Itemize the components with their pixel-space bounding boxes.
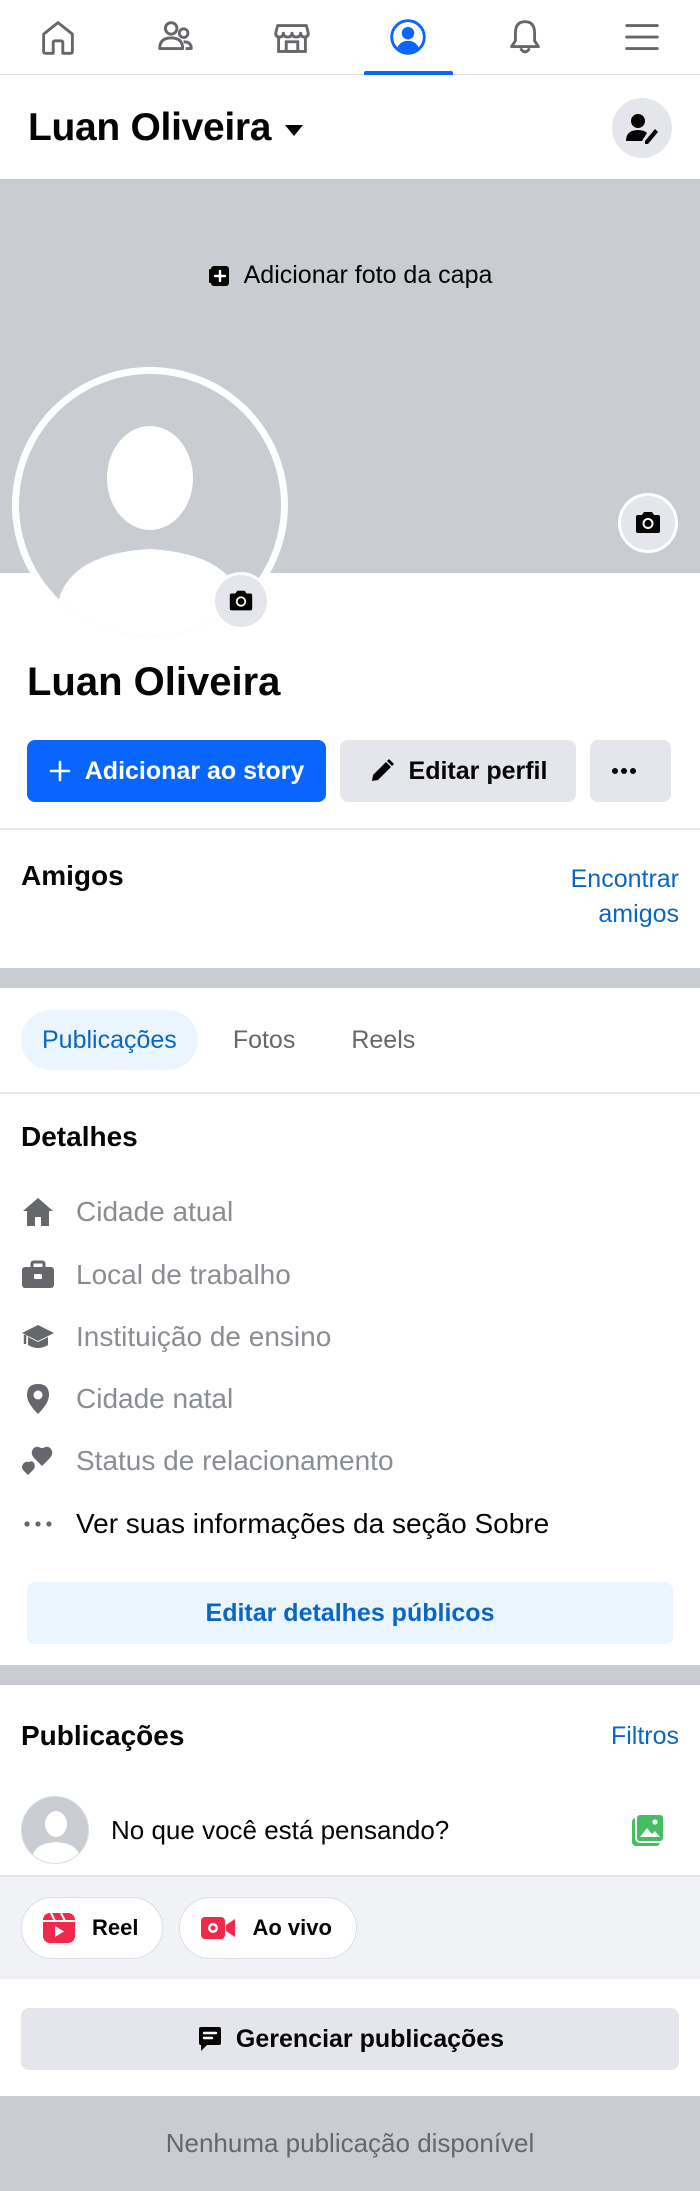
detail-hometown[interactable]: Cidade natal xyxy=(21,1379,233,1419)
person-edit-icon xyxy=(626,114,658,144)
home-icon xyxy=(42,21,75,55)
marketplace-icon xyxy=(273,24,310,53)
ellipsis-icon xyxy=(21,1507,55,1541)
composer-prompt: No que você está pensando? xyxy=(111,1814,450,1845)
profile-tabs: Publicações Fotos Reels xyxy=(0,988,700,1092)
detail-label: Ver suas informações da seção Sobre xyxy=(76,1508,550,1539)
nav-marketplace[interactable] xyxy=(233,0,350,74)
profile-switch-button[interactable] xyxy=(612,98,672,158)
edit-public-details-button[interactable]: Editar detalhes públicos xyxy=(27,1582,673,1644)
section-separator xyxy=(0,968,700,988)
reel-icon xyxy=(43,1912,75,1943)
pencil-icon xyxy=(371,759,394,781)
profile-icon xyxy=(390,19,427,55)
camera-icon xyxy=(229,590,253,611)
nav-profile[interactable] xyxy=(350,0,467,75)
tab-fotos[interactable]: Fotos xyxy=(212,1010,317,1070)
bell-icon xyxy=(510,20,540,54)
chevron-down-icon[interactable] xyxy=(285,125,304,136)
post-composer[interactable]: No que você está pensando? xyxy=(0,1785,700,1875)
add-to-story-button[interactable]: Adicionar ao story xyxy=(27,740,326,802)
friends-icon xyxy=(158,21,193,50)
top-nav-bar xyxy=(0,0,700,75)
details-title: Detalhes xyxy=(21,1121,138,1152)
find-friends-link[interactable]: Encontrar amigos xyxy=(539,862,679,932)
edit-profile-button[interactable]: Editar perfil xyxy=(340,740,576,802)
detail-school[interactable]: Instituição de ensino xyxy=(21,1317,331,1357)
reel-label: Reel xyxy=(92,1915,139,1940)
detail-label: Instituição de ensino xyxy=(76,1321,332,1352)
edit-profile-label: Editar perfil xyxy=(408,756,548,785)
detail-label: Cidade natal xyxy=(76,1383,234,1414)
live-video-icon xyxy=(201,1917,236,1939)
add-photo-icon xyxy=(208,265,229,286)
profile-actions: Adicionar ao story Editar perfil xyxy=(27,740,673,802)
nav-notifications[interactable] xyxy=(467,0,584,74)
manage-posts-icon xyxy=(198,2027,221,2051)
default-avatar-icon xyxy=(32,1811,80,1863)
menu-icon xyxy=(624,24,659,50)
divider xyxy=(0,1092,700,1094)
camera-icon xyxy=(636,512,660,533)
nav-friends[interactable] xyxy=(117,0,234,74)
location-pin-icon xyxy=(21,1382,55,1416)
live-label: Ao vivo xyxy=(252,1915,332,1940)
tab-publicacoes[interactable]: Publicações xyxy=(21,1010,198,1070)
manage-posts-button[interactable]: Gerenciar publicações xyxy=(21,2008,679,2070)
add-cover-photo-button[interactable]: Adicionar foto da capa xyxy=(0,261,700,290)
friends-section: Amigos Encontrar amigos xyxy=(0,830,700,968)
house-icon xyxy=(21,1195,55,1229)
cover-camera-button[interactable] xyxy=(618,493,678,553)
reel-button[interactable]: Reel xyxy=(21,1897,164,1959)
avatar xyxy=(21,1796,89,1864)
detail-label: Status de relacionamento xyxy=(76,1445,394,1476)
add-to-story-label: Adicionar ao story xyxy=(84,756,305,785)
more-icon xyxy=(611,768,636,774)
filters-link[interactable]: Filtros xyxy=(611,1722,679,1751)
more-options-button[interactable] xyxy=(590,740,671,802)
find-friends-line1: Encontrar xyxy=(570,865,679,893)
profile-header: Luan Oliveira xyxy=(0,76,700,179)
briefcase-icon xyxy=(21,1258,55,1292)
posts-title: Publicações xyxy=(21,1720,185,1751)
detail-see-about[interactable]: Ver suas informações da seção Sobre xyxy=(21,1504,549,1544)
detail-current-city[interactable]: Cidade atual xyxy=(21,1192,233,1232)
graduation-cap-icon xyxy=(21,1320,55,1354)
live-button[interactable]: Ao vivo xyxy=(179,1897,357,1959)
avatar-camera-button[interactable] xyxy=(212,572,270,630)
friends-title: Amigos xyxy=(21,860,124,891)
no-posts-message: Nenhuma publicação disponível xyxy=(0,2096,700,2191)
plus-icon xyxy=(49,760,71,782)
tab-reels[interactable]: Reels xyxy=(330,1010,436,1070)
hearts-icon xyxy=(21,1444,55,1478)
quick-create-bar: Reel Ao vivo xyxy=(0,1877,700,1979)
nav-menu[interactable] xyxy=(583,0,700,74)
add-cover-label: Adicionar foto da capa xyxy=(243,261,493,289)
detail-label: Local de trabalho xyxy=(76,1259,291,1290)
details-section: Detalhes Cidade atual Local de trabalho … xyxy=(0,1095,700,1665)
header-profile-name[interactable]: Luan Oliveira xyxy=(28,106,271,150)
nav-home[interactable] xyxy=(0,0,117,74)
detail-label: Cidade atual xyxy=(76,1196,234,1227)
manage-posts-label: Gerenciar publicações xyxy=(235,2024,505,2053)
detail-relationship[interactable]: Status de relacionamento xyxy=(21,1441,394,1481)
detail-workplace[interactable]: Local de trabalho xyxy=(21,1255,291,1295)
photo-icon[interactable] xyxy=(630,1812,666,1853)
find-friends-line2: amigos xyxy=(598,900,679,928)
profile-name: Luan Oliveira xyxy=(27,660,281,704)
section-separator xyxy=(0,1665,700,1685)
